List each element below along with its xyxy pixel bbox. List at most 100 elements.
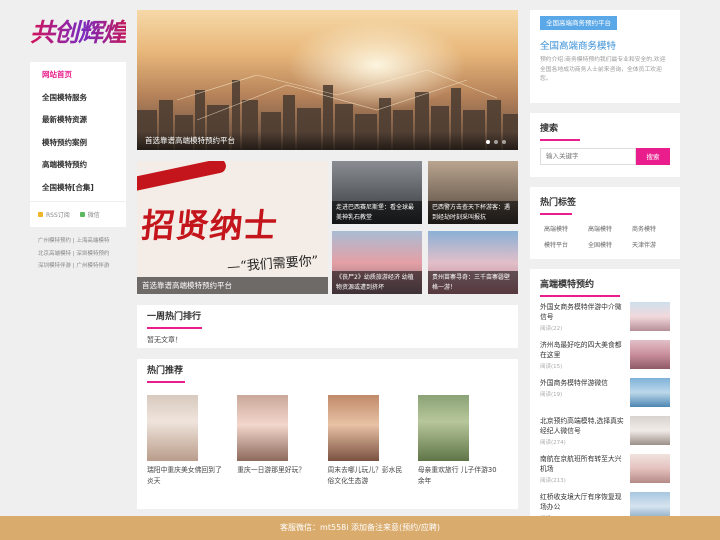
logo-text: 共创辉煌 bbox=[30, 13, 127, 49]
list-item-thumbnail[interactable] bbox=[630, 301, 670, 331]
read-count: 阅读(19) bbox=[540, 391, 563, 398]
nav-item-collection[interactable]: 全国模特[合集] bbox=[30, 177, 126, 200]
tag-link[interactable]: 高端模特 bbox=[544, 224, 588, 233]
small-card-caption: 《丧尸2》幼质旅游经济 幼植物资源或遭到挤坏 bbox=[332, 271, 422, 294]
weekly-ranking-title: 一周热门排行 bbox=[137, 305, 518, 329]
list-item-title[interactable]: 外国商务模特伴游微信 bbox=[540, 378, 628, 388]
list-item[interactable]: 南航在京航班所有转至大兴机场 阅读(213) bbox=[540, 449, 670, 487]
nav-item-resources[interactable]: 最新模特资源 bbox=[30, 109, 126, 132]
read-count: 阅读(274) bbox=[540, 439, 566, 446]
featured-caption: 首选靠谱高端模特预约平台 bbox=[137, 277, 328, 294]
list-item-title[interactable]: 南航在京航班所有转至大兴机场 bbox=[540, 454, 628, 474]
search-input[interactable] bbox=[540, 147, 636, 165]
small-card-caption: 贵州苗寨寻奇：三千亩寨磬壁格一游！ bbox=[428, 271, 518, 294]
small-card-caption: 巴西警方击查天下杯游客：遇到经劫时刻采叫报抗 bbox=[428, 201, 518, 224]
recommend-thumbnail[interactable] bbox=[417, 395, 469, 461]
recommend-title[interactable]: 母亲重欢旅行 儿子伴游30余年 bbox=[418, 465, 498, 487]
search-button[interactable]: 搜索 bbox=[636, 147, 670, 165]
link-row: 深圳模特伴游 | 广州模特伴游 bbox=[38, 263, 110, 269]
friend-link[interactable]: 深圳模特伴游 bbox=[38, 263, 71, 269]
carousel-dot[interactable] bbox=[486, 140, 490, 144]
search-title: 搜索 bbox=[540, 117, 670, 141]
list-item-title[interactable]: 红桥收支境大厅有序恢复现场办公 bbox=[540, 492, 628, 512]
list-item[interactable]: 外国商务模特伴游微信 阅读(19) bbox=[540, 373, 670, 411]
site-logo[interactable]: 共创辉煌 bbox=[30, 10, 127, 52]
nav-item-services[interactable]: 全国模特服务 bbox=[30, 87, 126, 110]
list-item[interactable]: 济州岛最好吃的四大美食都在这里阅读(15) bbox=[540, 335, 670, 373]
tag-link[interactable]: 商务模特 bbox=[632, 224, 676, 233]
featured-small-card[interactable]: 贵州苗寨寻奇：三千亩寨磬壁格一游！ bbox=[428, 231, 518, 294]
read-count: 阅读(22) bbox=[540, 325, 563, 332]
friend-link[interactable]: 广州模特伴游 bbox=[76, 263, 109, 269]
contact-footer-bar[interactable]: 客服微信：mt558i 添加备注来意(预约/应聘) bbox=[0, 516, 720, 540]
list-item-thumbnail[interactable] bbox=[630, 377, 670, 407]
friend-link[interactable]: 北京高端模特 bbox=[38, 251, 71, 257]
small-card-caption: 走进巴西赛尼斯堡：看全球最美神乳石教堂 bbox=[332, 201, 422, 224]
list-item-thumbnail[interactable] bbox=[630, 339, 670, 369]
left-sidebar: 共创辉煌 网站首页 全国模特服务 最新模特资源 模特预约案例 高端模特预约 全国… bbox=[30, 10, 127, 281]
carousel-dot[interactable] bbox=[502, 140, 506, 144]
tag-list: 高端模特 高端模特 商务模特 模特平台 全国模特 天津伴游 bbox=[540, 215, 670, 259]
weekly-ranking-box: 一周热门排行 暂无文章！ bbox=[137, 305, 518, 348]
premium-list-title: 高端模特预约 bbox=[540, 273, 670, 297]
wechat-link[interactable]: 微信 bbox=[79, 210, 100, 219]
hot-recommend-title: 热门推荐 bbox=[137, 359, 518, 383]
tag-link[interactable]: 天津伴游 bbox=[632, 240, 676, 249]
list-item-title[interactable]: 外国女商务模特伴游中介微信号 bbox=[540, 302, 628, 322]
list-item-title[interactable]: 济州岛最好吃的四大美食都在这里 bbox=[540, 340, 628, 360]
friend-link[interactable]: 广州模特预约 bbox=[38, 238, 71, 244]
recommend-item[interactable]: 周末去哪儿玩儿？彭水民俗文化生态游 bbox=[327, 395, 418, 487]
recommend-item[interactable]: 重庆一日游那里好玩？ bbox=[237, 395, 327, 487]
weekly-empty-text: 暂无文章！ bbox=[147, 336, 182, 344]
nav-item-cases[interactable]: 模特预约案例 bbox=[30, 132, 126, 155]
list-item-thumbnail[interactable] bbox=[630, 415, 670, 445]
wechat-icon bbox=[79, 212, 85, 217]
rss-link[interactable]: RSS订阅 bbox=[38, 210, 70, 219]
tag-link[interactable]: 高端模特 bbox=[588, 224, 632, 233]
about-description: 预约介绍:商务模特预约我们最专业和安全的,欢迎全国各地成功商务人士前来咨询，全体… bbox=[540, 57, 666, 82]
featured-grid: 招贤纳士 —“我们需要你” 首选靠谱高端模特预约平台 走进巴西赛尼斯堡：看全球最… bbox=[137, 161, 518, 294]
premium-list-card: 高端模特预约 外国女商务模特伴游中介微信号阅读(22) 济州岛最好吃的四大美食都… bbox=[530, 268, 680, 539]
featured-small-card[interactable]: 巴西警方击查天下杯游客：遇到经劫时刻采叫报抗 bbox=[428, 161, 518, 224]
about-card: 全国高端商务预约平台 全国高端商务模特 预约介绍:商务模特预约我们最专业和安全的… bbox=[530, 10, 680, 103]
main-column: 首选靠谱高端模特预约平台 招贤纳士 —“我们需要你” 首选靠谱高端模特预约平台 … bbox=[137, 10, 518, 509]
nav-item-home[interactable]: 网站首页 bbox=[30, 64, 126, 87]
recommend-item[interactable]: 瑞阳中重庆美女佛回到了炎天 bbox=[147, 395, 237, 487]
recommend-item[interactable]: 母亲重欢旅行 儿子伴游30余年 bbox=[417, 395, 508, 487]
read-count: 阅读(15) bbox=[540, 363, 563, 370]
tags-title: 热门标签 bbox=[540, 191, 670, 215]
tag-link[interactable]: 全国模特 bbox=[588, 240, 632, 249]
featured-small-card[interactable]: 《丧尸2》幼质旅游经济 幼植物资源或遭到挤坏 bbox=[332, 231, 422, 294]
rss-icon bbox=[38, 212, 43, 217]
tag-link[interactable]: 模特平台 bbox=[544, 240, 588, 249]
list-item-title[interactable]: 北京预约高端模特,选择真实经纪人微信号 bbox=[540, 416, 628, 436]
recommend-title[interactable]: 重庆一日游那里好玩？ bbox=[237, 465, 317, 476]
recommend-title[interactable]: 瑞阳中重庆美女佛回到了炎天 bbox=[147, 465, 227, 487]
hot-recommend-box: 热门推荐 瑞阳中重庆美女佛回到了炎天 重庆一日游那里好玩？ 周末去哪儿玩儿？彭水… bbox=[137, 359, 518, 509]
recommend-thumbnail[interactable] bbox=[147, 395, 198, 461]
search-card: 搜索 搜索 bbox=[530, 112, 680, 177]
hot-recommend-list: 瑞阳中重庆美女佛回到了炎天 重庆一日游那里好玩？ 周末去哪儿玩儿？彭水民俗文化生… bbox=[137, 383, 518, 487]
recommend-thumbnail[interactable] bbox=[327, 395, 379, 461]
nav-item-premium[interactable]: 高端模特预约 bbox=[30, 154, 126, 177]
search-form: 搜索 bbox=[540, 147, 670, 177]
featured-recruit-card[interactable]: 招贤纳士 —“我们需要你” 首选靠谱高端模特预约平台 bbox=[137, 161, 328, 294]
carousel-dot[interactable] bbox=[494, 140, 498, 144]
recruit-slogan: 招贤纳士 bbox=[139, 206, 280, 245]
platform-tag[interactable]: 全国高端商务预约平台 bbox=[540, 16, 617, 30]
hero-banner[interactable]: 首选靠谱高端模特预约平台 bbox=[137, 10, 518, 150]
about-title[interactable]: 全国高端商务模特 bbox=[540, 38, 670, 52]
list-item[interactable]: 北京预约高端模特,选择真实经纪人微信号阅读(274) bbox=[540, 411, 670, 449]
friend-link[interactable]: 上海高端模特 bbox=[76, 238, 109, 244]
link-row: 广州模特预约 | 上海高端模特 bbox=[38, 238, 110, 244]
list-item[interactable]: 外国女商务模特伴游中介微信号阅读(22) bbox=[540, 297, 670, 335]
recommend-title[interactable]: 周末去哪儿玩儿？彭水民俗文化生态游 bbox=[328, 465, 408, 487]
main-nav: 网站首页 全国模特服务 最新模特资源 模特预约案例 高端模特预约 全国模特[合集… bbox=[30, 62, 126, 201]
list-item-thumbnail[interactable] bbox=[630, 453, 670, 483]
right-sidebar: 全国高端商务预约平台 全国高端商务模特 预约介绍:商务模特预约我们最专业和安全的… bbox=[530, 10, 680, 539]
featured-small-card[interactable]: 走进巴西赛尼斯堡：看全球最美神乳石教堂 bbox=[332, 161, 422, 224]
recommend-thumbnail[interactable] bbox=[237, 395, 289, 461]
carousel-dots bbox=[486, 140, 506, 144]
friend-links: 广州模特预约 | 上海高端模特 北京高端模特 | 深圳模特预约 深圳模特伴游 |… bbox=[30, 227, 126, 281]
friend-link[interactable]: 深圳模特预约 bbox=[76, 251, 109, 257]
